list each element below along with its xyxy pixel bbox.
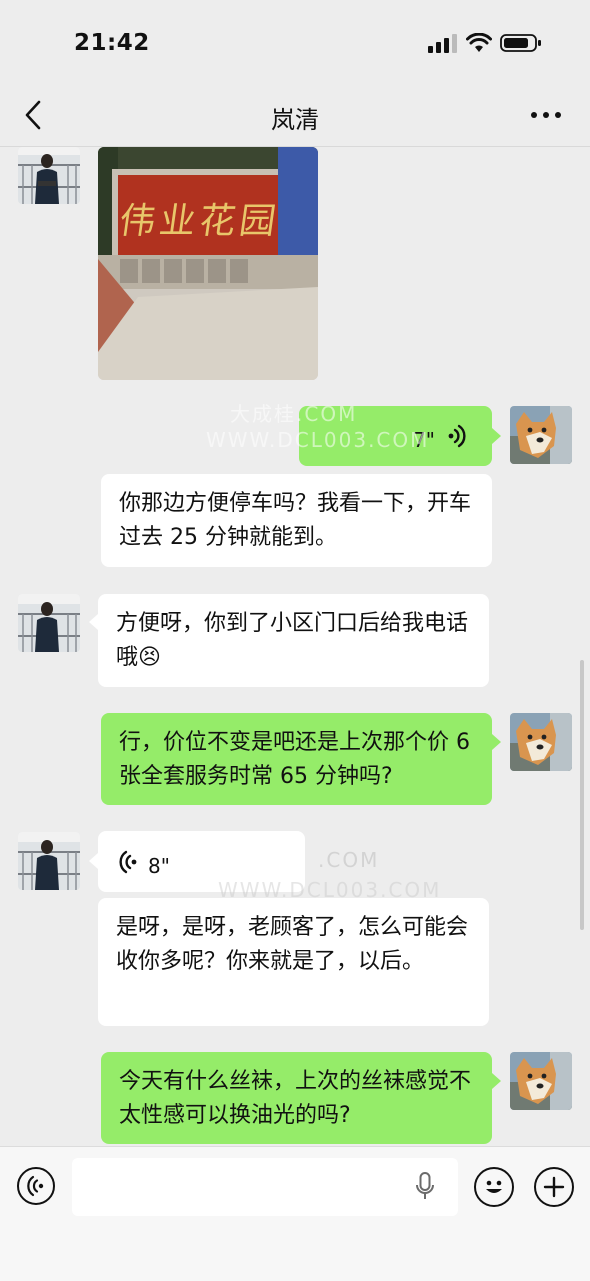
contact-avatar[interactable]	[18, 832, 80, 890]
status-icons	[428, 33, 542, 53]
message-bubble[interactable]: 行，价位不变是吧还是上次那个价 6 张全套服务时常 65 分钟吗?	[101, 713, 492, 805]
scrollbar[interactable]	[580, 660, 584, 930]
voice-wave-icon	[119, 850, 137, 874]
contact-avatar[interactable]	[18, 594, 80, 652]
my-avatar[interactable]	[510, 713, 572, 771]
status-time: 21:42	[74, 30, 150, 56]
bubble-tail	[492, 428, 501, 444]
bubble-tail	[492, 734, 501, 750]
more-dots-icon[interactable]	[530, 108, 562, 122]
emoji-icon[interactable]	[474, 1167, 514, 1207]
watermark: 大成桂.COM	[230, 402, 358, 426]
watermark: .COM	[318, 848, 380, 872]
bubble-tail	[89, 614, 98, 630]
message-bubble[interactable]: 今天有什么丝袜，上次的丝袜感觉不太性感可以换油光的吗?	[101, 1052, 492, 1144]
contact-avatar[interactable]	[18, 147, 80, 204]
gate-photo	[98, 147, 318, 380]
message-bubble[interactable]: 方便呀，你到了小区门口后给我电话哦😣	[98, 594, 489, 687]
message-bubble[interactable]: 你那边方便停车吗？我看一下，开车过去 25 分钟就能到。	[101, 474, 492, 567]
microphone-icon[interactable]	[414, 1171, 436, 1203]
watermark: WWW.DCL003.COM	[206, 428, 430, 452]
bubble-tail	[492, 1073, 501, 1089]
voice-wave-icon	[448, 424, 466, 448]
image-message[interactable]: 伟业花园	[98, 147, 318, 380]
plus-icon[interactable]	[534, 1167, 574, 1207]
sign-text: 伟业花园	[116, 201, 283, 242]
voice-mode-icon[interactable]	[17, 1167, 55, 1205]
chat-title: 岚清	[271, 106, 319, 134]
voice-duration: 8"	[148, 854, 170, 878]
bubble-tail	[89, 853, 98, 869]
message-bubble[interactable]: 是呀，是呀，老顾客了，怎么可能会收你多呢？你来就是了，以后。	[98, 898, 489, 1026]
wifi-icon	[466, 33, 492, 52]
my-avatar[interactable]	[510, 406, 572, 464]
battery-icon	[500, 34, 541, 52]
signal-icon	[428, 34, 457, 53]
my-avatar[interactable]	[510, 1052, 572, 1110]
message-input[interactable]	[72, 1158, 458, 1216]
